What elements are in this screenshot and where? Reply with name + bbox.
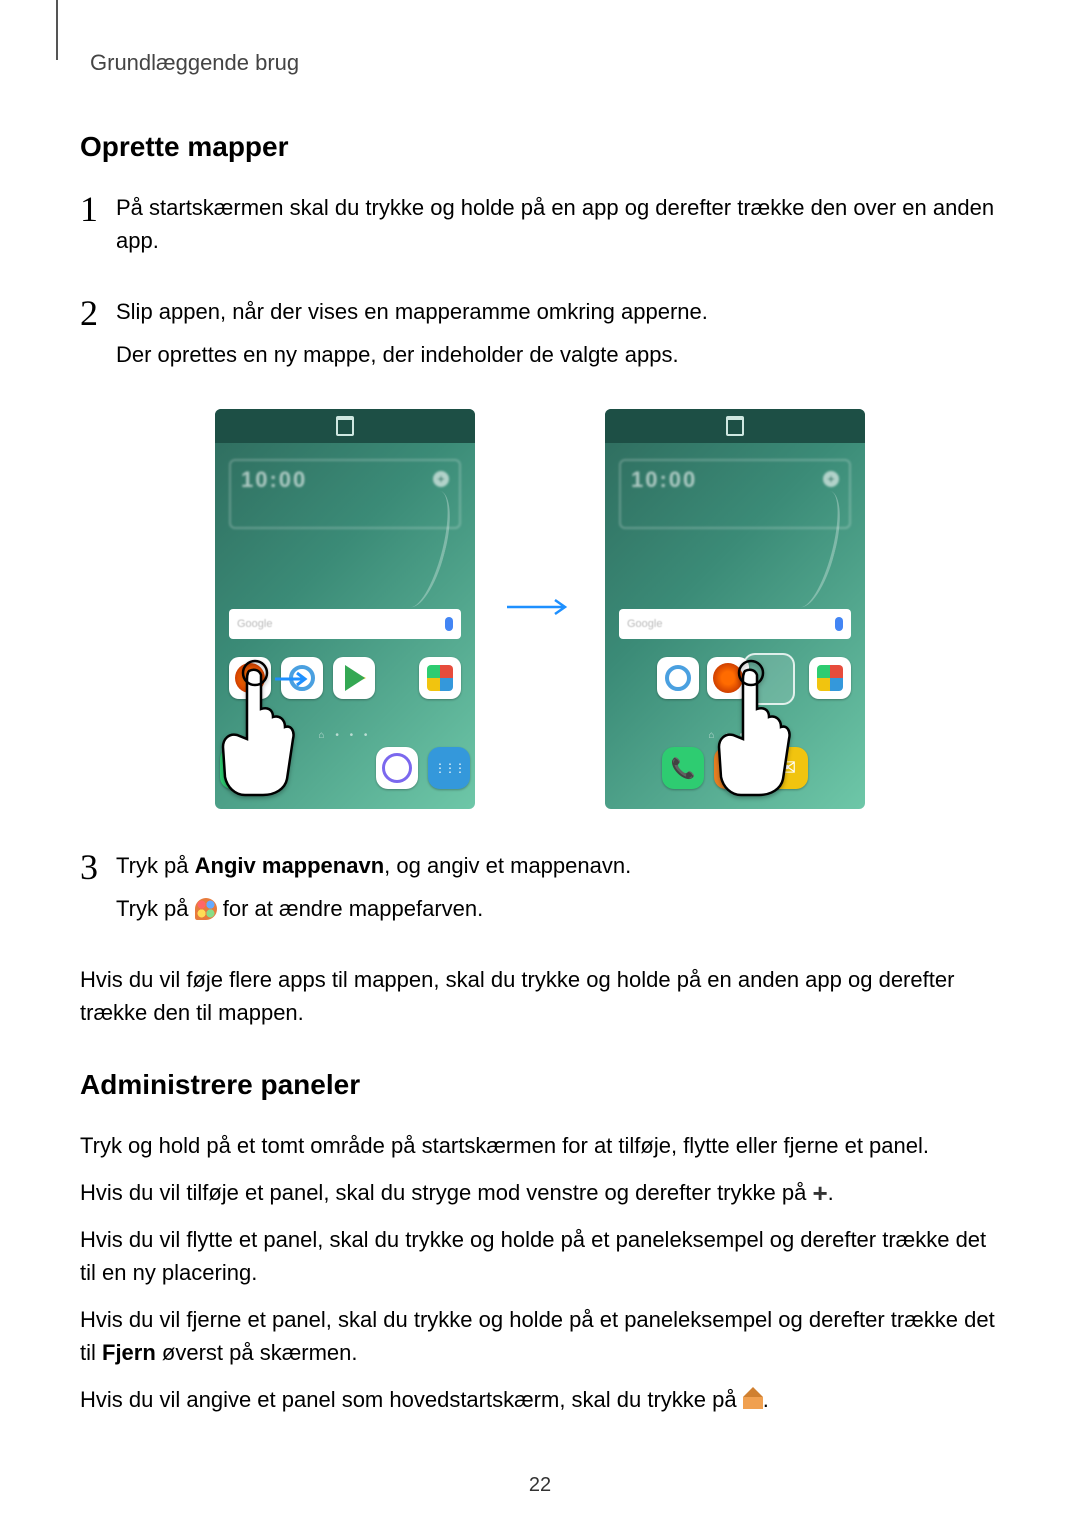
step-3-line1: Tryk på Angiv mappenavn, og angiv et map…: [116, 849, 1000, 882]
step-2-line2: Der oprettes en ny mappe, der indeholder…: [116, 338, 1000, 371]
phone-statusbar: [605, 409, 865, 443]
phone-after: 10:00 + Google ⌂ • • •: [605, 409, 865, 809]
mic-icon: [835, 617, 843, 631]
text: Tryk på: [116, 896, 195, 921]
step-2: 2 Slip appen, når der vises en mapperamm…: [80, 295, 1000, 381]
step-3: 3 Tryk på Angiv mappenavn, og angiv et m…: [80, 849, 1000, 935]
search-bar: Google: [619, 609, 851, 639]
step-number: 1: [80, 191, 116, 227]
para-add-more-apps: Hvis du vil føje flere apps til mappen, …: [80, 963, 1000, 1029]
breadcrumb: Grundlæggende brug: [90, 50, 1000, 76]
page-number: 22: [0, 1474, 1080, 1497]
text: Tryk på: [116, 853, 195, 878]
arrow-right-icon: [505, 597, 575, 622]
home-icon: [743, 1391, 763, 1409]
app-icon-play: [333, 657, 375, 699]
palette-icon: [195, 898, 217, 920]
step-3-line2: Tryk på for at ændre mappefarven.: [116, 892, 1000, 925]
step-2-line1: Slip appen, når der vises en mapperamme …: [116, 295, 1000, 328]
widget-time: 10:00: [621, 461, 849, 499]
widget-plus-icon: +: [823, 471, 839, 487]
step-1: 1 På startskærmen skal du trykke og hold…: [80, 191, 1000, 267]
header-rule: [56, 0, 58, 60]
text: , og angiv et mappenavn.: [384, 853, 631, 878]
phone-before: 10:00 + Google ⌂ • • •: [215, 409, 475, 809]
bold-text: Angiv mappenavn: [195, 853, 384, 878]
widget-plus-icon: +: [433, 471, 449, 487]
trash-icon: [336, 416, 354, 436]
widget-time: 10:00: [231, 461, 459, 499]
text: Hvis du vil tilføje et panel, skal du st…: [80, 1180, 812, 1205]
bold-text: Fjern: [102, 1340, 156, 1365]
panels-p5: Hvis du vil angive et panel som hovedsta…: [80, 1383, 1000, 1416]
text: .: [828, 1180, 834, 1205]
text: Hvis du vil angive et panel som hovedsta…: [80, 1387, 743, 1412]
panels-p1: Tryk og hold på et tomt område på starts…: [80, 1129, 1000, 1162]
step-number: 2: [80, 295, 116, 331]
search-placeholder: Google: [237, 618, 272, 630]
search-placeholder: Google: [627, 618, 662, 630]
hand-pointer-icon: [215, 659, 299, 799]
trash-icon: [726, 416, 744, 436]
phone-statusbar: [215, 409, 475, 443]
plus-icon: +: [812, 1186, 827, 1202]
mic-icon: [445, 617, 453, 631]
dock-apps-icon: [428, 747, 470, 789]
dock-phone-icon: [662, 747, 704, 789]
step-1-text: På startskærmen skal du trykke og holde …: [116, 191, 1000, 257]
section-title-manage-panels: Administrere paneler: [80, 1069, 1000, 1101]
text: .: [763, 1387, 769, 1412]
app-icon-grid: [419, 657, 461, 699]
figure-create-folder: 10:00 + Google ⌂ • • •: [80, 409, 1000, 809]
hand-pointer-icon: [705, 659, 795, 799]
panels-p2: Hvis du vil tilføje et panel, skal du st…: [80, 1176, 1000, 1209]
panels-p4: Hvis du vil fjerne et panel, skal du try…: [80, 1303, 1000, 1369]
app-icon-grid: [809, 657, 851, 699]
section-title-create-folders: Oprette mapper: [80, 131, 1000, 163]
search-bar: Google: [229, 609, 461, 639]
app-icon-camera: [657, 657, 699, 699]
panels-p3: Hvis du vil flytte et panel, skal du try…: [80, 1223, 1000, 1289]
step-number: 3: [80, 849, 116, 885]
dock-browser-icon: [376, 747, 418, 789]
text: for at ændre mappefarven.: [217, 896, 484, 921]
text: øverst på skærmen.: [156, 1340, 358, 1365]
